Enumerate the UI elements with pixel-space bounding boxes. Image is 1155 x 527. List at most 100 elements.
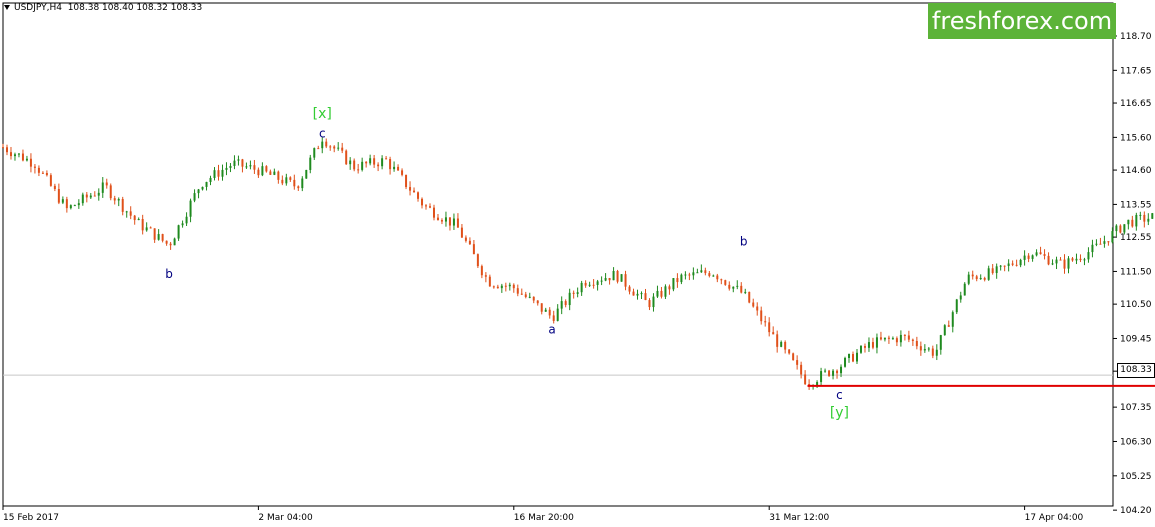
candle-body	[397, 166, 400, 171]
candle-body	[161, 234, 164, 241]
symbol-header[interactable]: USDJPY,H4 108.38 108.40 108.32 108.33	[4, 3, 202, 13]
candle-body	[233, 160, 236, 166]
y-tick-label: 115.60	[1120, 133, 1152, 143]
candle-body	[955, 299, 958, 313]
candle-body	[2, 147, 4, 149]
candle-body	[33, 166, 36, 168]
candle-body	[1099, 243, 1102, 245]
candle-body	[389, 158, 392, 170]
candle-body	[413, 190, 416, 193]
candle-body	[931, 348, 934, 356]
candle-body	[676, 278, 679, 283]
candle-body	[520, 293, 523, 295]
candle-body	[89, 195, 92, 198]
candle-body	[879, 337, 882, 340]
candle-body	[492, 286, 495, 288]
x-axis: 15 Feb 2017 2 Mar 04:00 16 Mar 20:00 31 Mar…	[2, 506, 1084, 523]
candle-body	[588, 284, 591, 286]
candle-body	[153, 228, 156, 240]
wave-label-minor: a	[548, 323, 555, 337]
dropdown-triangle-icon[interactable]	[4, 5, 10, 10]
candle-body	[209, 177, 212, 182]
candle-body	[704, 270, 707, 274]
candle-body	[480, 266, 483, 276]
candle-body	[504, 285, 507, 287]
candle-body	[828, 370, 831, 376]
price-chart[interactable]: [x]cbabc[y][a]abc[b][c]iiiiiiivv[i]ab[ii…	[0, 0, 1155, 527]
candle-body	[421, 198, 424, 206]
candle-body	[536, 300, 539, 304]
candle-body	[648, 300, 651, 308]
candle-body	[959, 295, 962, 300]
candle-body	[137, 218, 140, 221]
candle-body	[1103, 241, 1106, 244]
candle-body	[883, 337, 886, 340]
candle-body	[1059, 259, 1062, 261]
candle-body	[915, 340, 918, 347]
candle-body	[337, 147, 340, 149]
candle-body	[1083, 259, 1086, 261]
candle-body	[716, 275, 719, 280]
candle-body	[81, 194, 84, 204]
candle-body	[899, 334, 902, 343]
candle-body	[568, 292, 571, 306]
x-tick-label: 15 Feb 2017	[3, 513, 59, 523]
candle-body	[213, 170, 216, 178]
candle-body	[157, 234, 160, 240]
candle-body	[700, 270, 703, 273]
candle-body	[620, 274, 623, 282]
candle-body	[875, 337, 878, 348]
candle-body	[1007, 263, 1010, 267]
candle-body	[656, 290, 659, 297]
candle-body	[277, 171, 280, 180]
x-tick-label: 31 Mar 12:00	[769, 513, 829, 523]
candle-body	[293, 179, 296, 187]
candle-body	[257, 169, 260, 176]
candle-body	[73, 205, 76, 207]
candle-body	[452, 218, 455, 226]
candle-body	[788, 349, 791, 354]
candle-body	[999, 265, 1002, 267]
candle-body	[560, 301, 563, 309]
candle-body	[728, 284, 731, 289]
candle-body	[113, 198, 116, 201]
y-tick-label: 111.50	[1120, 267, 1152, 277]
candle-body	[249, 165, 252, 167]
candle-body	[309, 157, 312, 170]
candle-body	[21, 153, 24, 161]
candle-body	[1147, 218, 1150, 222]
candle-body	[65, 199, 68, 209]
candle-body	[448, 217, 451, 226]
wave-label-minor: b	[165, 267, 173, 281]
candle-body	[887, 337, 890, 339]
candle-body	[947, 325, 950, 327]
candle-body	[740, 285, 743, 293]
candle-body	[871, 342, 874, 348]
candle-body	[800, 364, 803, 375]
candle-body	[1135, 214, 1138, 227]
candle-body	[117, 198, 120, 201]
candle-body	[381, 158, 384, 167]
candle-body	[444, 217, 447, 222]
candle-body	[975, 276, 978, 280]
candle-body	[1107, 241, 1110, 243]
candle-body	[225, 167, 228, 170]
candle-body	[1039, 252, 1042, 255]
plot-area	[2, 2, 1114, 507]
candle-body	[760, 310, 763, 322]
candle-body	[432, 207, 435, 218]
y-tick-label: 116.65	[1120, 99, 1152, 109]
candle-body	[748, 291, 751, 303]
candle-body	[832, 370, 835, 376]
candle-body	[796, 360, 799, 365]
candle-body	[768, 322, 771, 333]
candle-body	[624, 274, 627, 287]
current-price-label: 108.33	[1117, 363, 1155, 378]
candle-body	[752, 302, 755, 307]
candle-body	[1127, 219, 1130, 225]
x-tick-label: 2 Mar 04:00	[258, 513, 313, 523]
candle-body	[25, 158, 28, 161]
candle-body	[500, 285, 503, 289]
candle-body	[9, 152, 12, 157]
ohlc-values: 108.38 108.40 108.32 108.33	[67, 3, 203, 13]
